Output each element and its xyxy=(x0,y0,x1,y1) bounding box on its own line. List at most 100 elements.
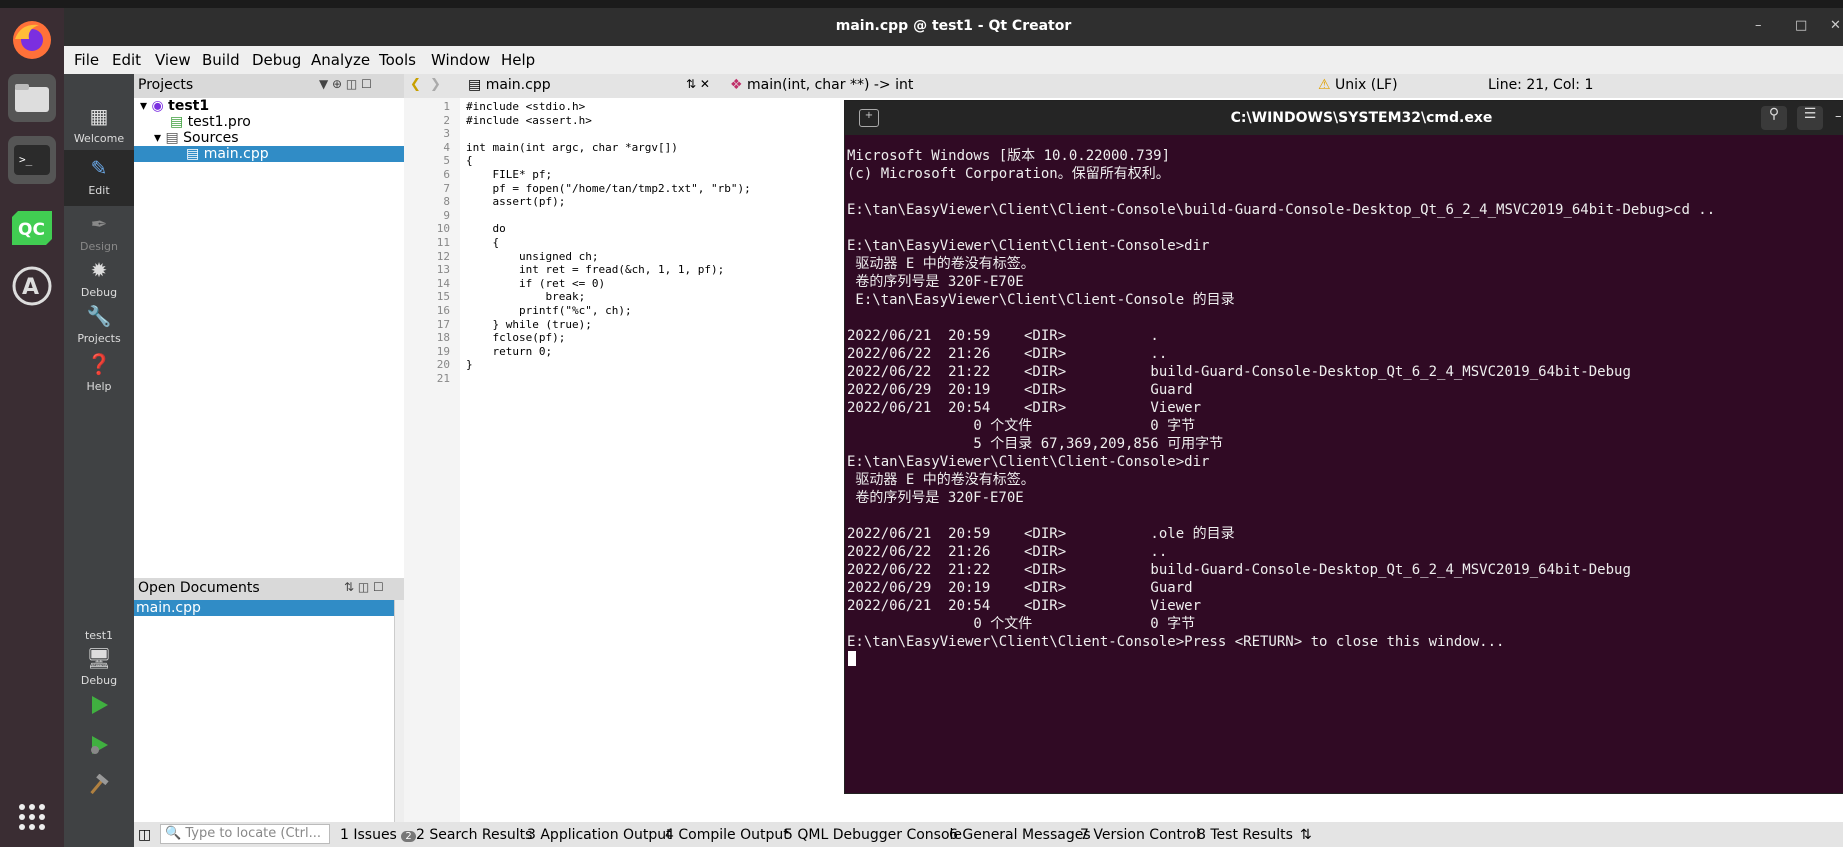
software-updater-icon[interactable]: A xyxy=(8,262,56,310)
line-number: 7 xyxy=(443,181,450,195)
run-icon xyxy=(92,696,108,714)
tab-test-results[interactable]: 8 Test Results xyxy=(1197,827,1293,843)
tree-node-sources[interactable]: ▾ ▤ Sources xyxy=(154,130,239,146)
function-icon: ❖ xyxy=(730,77,743,93)
menu-tools[interactable]: Tools xyxy=(379,51,416,69)
line-number: 11 xyxy=(436,236,450,249)
menu-file[interactable]: File xyxy=(74,51,99,69)
menu-build[interactable]: Build xyxy=(202,51,240,69)
warning-icon: ⚠ xyxy=(1318,77,1331,93)
terminal-icon[interactable]: >_ xyxy=(8,136,56,184)
current-file-tab[interactable]: ▤ main.cpp xyxy=(468,77,551,93)
line-ending-selector[interactable]: ⚠ Unix (LF) xyxy=(1318,77,1398,93)
code-line: int main(int argc, char *argv[]) xyxy=(466,140,678,154)
debug-run-button[interactable] xyxy=(64,734,134,759)
tab-version-control[interactable]: 7 Version Control xyxy=(1080,827,1200,843)
locator-placeholder: Type to locate (Ctrl... xyxy=(185,826,322,841)
menu-analyze[interactable]: Analyze xyxy=(311,51,370,69)
tab-application-output[interactable]: 3 Application Output xyxy=(527,827,672,843)
file-name: main.cpp xyxy=(485,77,551,93)
minimize-icon[interactable]: – xyxy=(1835,109,1842,124)
close-icon[interactable]: ✕ xyxy=(1830,18,1841,33)
menu-help[interactable]: Help xyxy=(501,51,535,69)
split-icon[interactable]: ⇅ ◫ ☐ xyxy=(344,580,384,594)
search-icon[interactable]: ⚲ xyxy=(1761,106,1787,130)
hamburger-menu-icon[interactable]: ☰ xyxy=(1797,106,1823,130)
tree-node-project[interactable]: ▾ ◉ test1 xyxy=(140,98,209,114)
tab-search-results[interactable]: 2 Search Results xyxy=(416,827,532,843)
menu-edit[interactable]: Edit xyxy=(112,51,141,69)
open-documents-title: Open Documents xyxy=(138,580,260,596)
monitor-icon: 🖥 xyxy=(86,646,112,670)
line-number: 8 xyxy=(443,195,450,209)
tab-qml-debugger-console[interactable]: 5 QML Debugger Console xyxy=(784,827,962,843)
wrench-icon: 🔧 xyxy=(86,304,112,328)
mode-help[interactable]: ❓ Help xyxy=(64,352,134,393)
symbol-selector[interactable]: ❖ main(int, char **) -> int xyxy=(730,77,913,93)
mode-selector: ▦ Welcome ✎ Edit ✒ Design ✹ Debug 🔧 Projects … xyxy=(64,74,134,847)
files-icon[interactable] xyxy=(8,74,56,122)
tab-compile-output[interactable]: 4 Compile Output xyxy=(665,827,789,843)
qt-creator-icon[interactable]: QC xyxy=(8,204,56,252)
mode-design[interactable]: ✒ Design xyxy=(64,212,134,253)
grid-icon: ▦ xyxy=(89,104,109,128)
terminal-window: + C:\WINDOWS\SYSTEM32\cmd.exe ⚲ ☰ – □ ✕ … xyxy=(844,100,1843,794)
debug-run-icon xyxy=(91,736,108,754)
line-number: 6 xyxy=(443,168,450,181)
mode-welcome[interactable]: ▦ Welcome xyxy=(64,104,134,145)
pro-file-icon: ▤ xyxy=(170,114,184,130)
menu-window[interactable]: Window xyxy=(431,51,490,69)
svg-text:QC: QC xyxy=(18,220,45,240)
kit-selector[interactable]: test1 🖥 Debug xyxy=(64,629,134,687)
minimize-icon[interactable]: – xyxy=(1755,18,1762,33)
mode-edit[interactable]: ✎ Edit xyxy=(64,150,134,206)
close-document-icon[interactable]: ⇅ ✕ xyxy=(686,77,710,91)
tree-label: main.cpp xyxy=(203,146,269,162)
help-icon: ❓ xyxy=(86,352,112,376)
tree-node-pro-file[interactable]: ▤ test1.pro xyxy=(170,114,251,130)
toggle-sidebar-icon[interactable]: ◫ xyxy=(138,827,151,843)
code-line: } while (true); xyxy=(466,317,592,331)
line-number: 10 xyxy=(436,222,450,236)
terminal-titlebar: + C:\WINDOWS\SYSTEM32\cmd.exe ⚲ ☰ – □ ✕ xyxy=(845,101,1843,135)
mode-projects[interactable]: 🔧 Projects xyxy=(64,304,134,345)
app-grid-icon[interactable] xyxy=(8,793,56,841)
folder-icon: ▤ xyxy=(165,130,179,146)
line-number: 13 xyxy=(436,263,450,277)
firefox-icon[interactable] xyxy=(8,16,56,64)
code-line: #include <stdio.h> xyxy=(466,100,586,113)
window-titlebar: main.cpp @ test1 - Qt Creator – □ ✕ xyxy=(64,8,1843,46)
maximize-icon[interactable]: □ xyxy=(1795,18,1807,33)
tab-general-messages[interactable]: 6 General Messages xyxy=(949,827,1091,843)
open-documents-list: main.cpp xyxy=(134,600,405,822)
more-tabs-icon[interactable]: ⇅ xyxy=(1300,827,1312,843)
filter-icon[interactable]: ▼ ⊕ ◫ ☐ xyxy=(319,77,372,91)
line-number: 1 xyxy=(443,100,450,113)
line-number: 4 xyxy=(443,140,450,154)
svg-text:A: A xyxy=(22,275,39,300)
tab-issues[interactable]: 1 Issues 2 xyxy=(340,827,416,843)
forward-icon[interactable]: ❯ xyxy=(430,77,441,92)
code-line: if (ret <= 0) xyxy=(466,276,606,290)
run-button[interactable] xyxy=(64,694,134,719)
menu-view[interactable]: View xyxy=(155,51,191,69)
open-documents-header: Open Documents ⇅ ◫ ☐ xyxy=(134,578,404,600)
code-line: #include <assert.h> xyxy=(466,113,592,127)
svg-text:>_: >_ xyxy=(19,153,33,166)
build-button[interactable] xyxy=(64,773,134,799)
symbol-label: main(int, char **) -> int xyxy=(747,77,914,93)
mode-debug[interactable]: ✹ Debug xyxy=(64,258,134,299)
mode-label: Edit xyxy=(88,184,110,197)
mode-label: Welcome xyxy=(73,132,125,145)
back-icon[interactable]: ❮ xyxy=(410,77,421,92)
kit-mode: Debug xyxy=(80,674,118,687)
menu-debug[interactable]: Debug xyxy=(252,51,301,69)
cursor-position: Line: 21, Col: 1 xyxy=(1488,77,1594,93)
mode-label: Design xyxy=(80,240,118,253)
terminal-output[interactable]: Microsoft Windows [版本 10.0.22000.739] (c… xyxy=(847,147,1843,787)
qt-creator-window: main.cpp @ test1 - Qt Creator – □ ✕ File… xyxy=(64,8,1843,847)
open-document-item[interactable]: main.cpp xyxy=(134,600,396,616)
tree-label: test1.pro xyxy=(187,114,251,130)
locator-input[interactable]: 🔍 Type to locate (Ctrl... xyxy=(160,824,330,844)
tree-label: Sources xyxy=(183,130,239,146)
